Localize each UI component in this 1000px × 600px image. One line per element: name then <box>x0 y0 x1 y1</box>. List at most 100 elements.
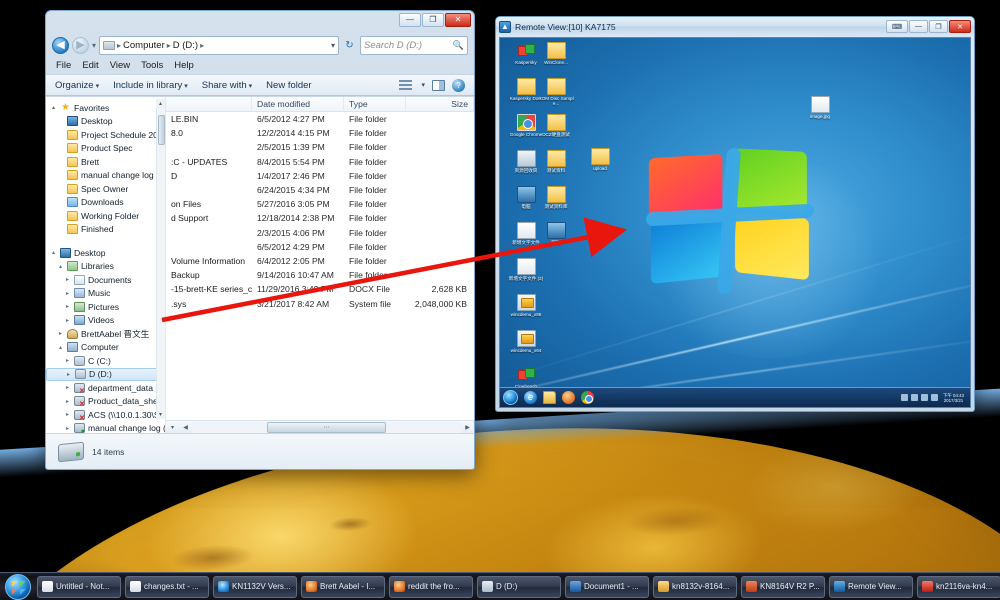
sidebar-item-brettaabel[interactable]: ▸BrettAabel 晋文生 <box>46 327 165 341</box>
menu-view[interactable]: View <box>110 60 130 71</box>
table-row[interactable]: .sys3/21/2017 8:42 AMSystem file2,048,00… <box>166 296 474 310</box>
menu-file[interactable]: File <box>56 60 71 71</box>
organize-button[interactable]: Organize▾ <box>55 80 99 91</box>
sidebar-item-working-folder[interactable]: Working Folder <box>46 209 165 223</box>
remote-start-button[interactable] <box>503 390 518 405</box>
taskbar-item-changes-txt[interactable]: changes.txt - ... <box>125 576 209 598</box>
expand-arrow-icon[interactable]: ▸ <box>64 303 71 310</box>
taskbar-item-document1[interactable]: Document1 - ... <box>565 576 649 598</box>
scroll-down-arrow-icon[interactable]: ▾ <box>166 421 179 433</box>
sidebar-item-project-schedule-2017[interactable]: Project Schedule 2017 <box>46 128 165 142</box>
expand-arrow-icon[interactable]: ▸ <box>64 398 71 405</box>
start-button[interactable] <box>5 574 31 600</box>
navigation-pane[interactable]: ▴★FavoritesDesktopProject Schedule 2017P… <box>46 97 166 433</box>
collapse-arrow-icon[interactable]: ▴ <box>50 104 57 111</box>
taskbar-items[interactable]: Untitled - Not...changes.txt - ...KN1132… <box>35 576 1000 598</box>
view-mode-icon[interactable] <box>399 80 412 91</box>
expand-arrow-icon[interactable]: ▸ <box>64 276 71 283</box>
taskbar-item-d-d[interactable]: D (D:) <box>477 576 561 598</box>
hscroll-thumb[interactable]: ⋯ <box>267 422 385 433</box>
new-folder-button[interactable]: New folder <box>266 80 311 91</box>
menu-edit[interactable]: Edit <box>82 60 98 71</box>
host-taskbar[interactable]: Untitled - Not...changes.txt - ...KN1132… <box>0 572 1000 600</box>
address-input[interactable]: ▸ Computer ▸ D (D:) ▸ ▾ <box>99 36 339 55</box>
windows-explorer-window[interactable]: — ❐ ✕ ◀ ▶ ▾ ▸ Computer ▸ D (D:) ▸ ▾ ↻ Se… <box>45 10 475 470</box>
column-header-type[interactable]: Type <box>344 97 406 112</box>
tray-icon[interactable] <box>901 394 908 401</box>
sidebar-item-finished[interactable]: Finished <box>46 223 165 237</box>
refresh-icon[interactable]: ↻ <box>342 37 357 54</box>
expand-arrow-icon[interactable]: ▸ <box>57 330 64 337</box>
include-in-library-button[interactable]: Include in library▾ <box>113 80 188 91</box>
collapse-arrow-icon[interactable]: ▴ <box>50 249 57 256</box>
sidebar-item-pictures[interactable]: ▸Pictures <box>46 300 165 314</box>
hscroll-track[interactable]: ⋯ <box>192 422 461 433</box>
chrome-icon[interactable] <box>581 391 594 404</box>
tray-icon[interactable] <box>921 394 928 401</box>
nav-scrollbar[interactable]: ▴ ▾ <box>156 99 165 419</box>
scroll-left-arrow-icon[interactable]: ◀ <box>179 421 192 433</box>
sidebar-item-videos[interactable]: ▸Videos <box>46 314 165 328</box>
expand-arrow-icon[interactable]: ▸ <box>64 425 71 432</box>
nav-scrollbar-thumb[interactable] <box>158 115 165 145</box>
file-list-header[interactable]: Date modified Type Size <box>166 97 474 112</box>
desktop-icon-ocz[interactable]: OCZ硬盘测试 <box>536 114 576 137</box>
table-row[interactable]: :C - UPDATES8/4/2015 5:54 PMFile folder <box>166 155 474 169</box>
collapse-arrow-icon[interactable]: ▴ <box>57 344 64 351</box>
tray-icon[interactable] <box>911 394 918 401</box>
table-row[interactable]: 2/3/2015 4:06 PMFile folder <box>166 226 474 240</box>
sidebar-item-product-data-sheet-10-0[interactable]: ▸Product_data_sheet (\\10.0. <box>46 395 165 409</box>
taskbar-item-brett-aabel-i[interactable]: Brett Aabel - I... <box>301 576 385 598</box>
expand-arrow-icon[interactable]: ▸ <box>64 357 71 364</box>
table-row[interactable]: 6/5/2012 4:29 PMFile folder <box>166 240 474 254</box>
scroll-right-arrow-icon[interactable]: ▶ <box>461 421 474 433</box>
table-row[interactable]: 2/5/2015 1:39 PMFile folder <box>166 140 474 154</box>
explorer-address-bar[interactable]: ◀ ▶ ▾ ▸ Computer ▸ D (D:) ▸ ▾ ↻ Search D… <box>46 33 474 57</box>
table-row[interactable]: d Support12/18/2014 2:38 PMFile folder <box>166 211 474 225</box>
media-player-icon[interactable] <box>562 391 575 404</box>
sidebar-item-product-spec[interactable]: Product Spec <box>46 142 165 156</box>
taskbar-item-kn1132v-vers[interactable]: KN1132V Vers... <box>213 576 297 598</box>
volume-icon[interactable] <box>931 394 938 401</box>
collapse-arrow-icon[interactable]: ▴ <box>57 263 64 270</box>
sidebar-item-documents[interactable]: ▸Documents <box>46 273 165 287</box>
close-button[interactable]: ✕ <box>949 20 971 33</box>
file-list-pane[interactable]: Date modified Type Size LE.BIN6/5/2012 4… <box>166 97 474 433</box>
file-rows-container[interactable]: LE.BIN6/5/2012 4:27 PMFile folder8.012/2… <box>166 112 474 420</box>
sidebar-item-computer[interactable]: ▴Computer <box>46 341 165 355</box>
sidebar-item-brett[interactable]: Brett <box>46 155 165 169</box>
preview-pane-icon[interactable] <box>432 80 445 91</box>
expand-arrow-icon[interactable]: ▸ <box>64 317 71 324</box>
explorer-titlebar[interactable]: — ❐ ✕ <box>46 11 474 33</box>
close-button[interactable]: ✕ <box>445 13 471 27</box>
taskbar-item-reddit-the-fro[interactable]: reddit the fro... <box>389 576 473 598</box>
sidebar-item-c-c[interactable]: ▸C (C:) <box>46 354 165 368</box>
expand-arrow-icon[interactable]: ▸ <box>64 290 71 297</box>
taskbar-item-kn8164v-r2-p[interactable]: KN8164V R2 P... <box>741 576 825 598</box>
table-row[interactable]: LE.BIN6/5/2012 4:27 PMFile folder <box>166 112 474 126</box>
forward-button[interactable]: ▶ <box>72 37 89 54</box>
sidebar-item-favorites[interactable]: ▴★Favorites <box>46 101 165 115</box>
sidebar-item-department-data-t[interactable]: ▸department_data (T:) <box>46 381 165 395</box>
sidebar-item-desktop[interactable]: Desktop <box>46 115 165 129</box>
table-row[interactable]: Backup9/14/2016 10:47 AMFile folder <box>166 268 474 282</box>
explorer-icon[interactable] <box>543 391 556 404</box>
table-row[interactable]: on Files5/27/2016 3:05 PMFile folder <box>166 197 474 211</box>
horizontal-scrollbar[interactable]: ▾ ◀ ⋯ ▶ <box>166 420 474 433</box>
table-row[interactable]: D1/4/2017 2:46 PMFile folder <box>166 169 474 183</box>
remote-desktop-screen[interactable]: KasperskyWinClone...Kaspersky Do...ROM D… <box>499 37 971 408</box>
remote-view-titlebar[interactable]: ▲ Remote View:[10] KA7175 ⌨ — ❐ ✕ <box>496 17 974 36</box>
remote-view-window[interactable]: ▲ Remote View:[10] KA7175 ⌨ — ❐ ✕ Kasper… <box>495 16 975 412</box>
remote-taskbar[interactable]: e 下午 04:43 2017/3/21 <box>500 387 970 407</box>
menu-tools[interactable]: Tools <box>141 60 163 71</box>
menu-help[interactable]: Help <box>174 60 194 71</box>
history-dropdown-icon[interactable]: ▾ <box>92 41 96 50</box>
scroll-up-arrow-icon[interactable]: ▴ <box>156 99 165 108</box>
maximize-button[interactable]: ❐ <box>929 20 948 33</box>
column-header-date-modified[interactable]: Date modified <box>252 97 344 112</box>
back-button[interactable]: ◀ <box>52 37 69 54</box>
expand-arrow-icon[interactable]: ▸ <box>65 371 72 378</box>
expand-arrow-icon[interactable]: ▸ <box>64 411 71 418</box>
sidebar-item-libraries[interactable]: ▴Libraries <box>46 260 165 274</box>
taskbar-item-untitled-not[interactable]: Untitled - Not... <box>37 576 121 598</box>
